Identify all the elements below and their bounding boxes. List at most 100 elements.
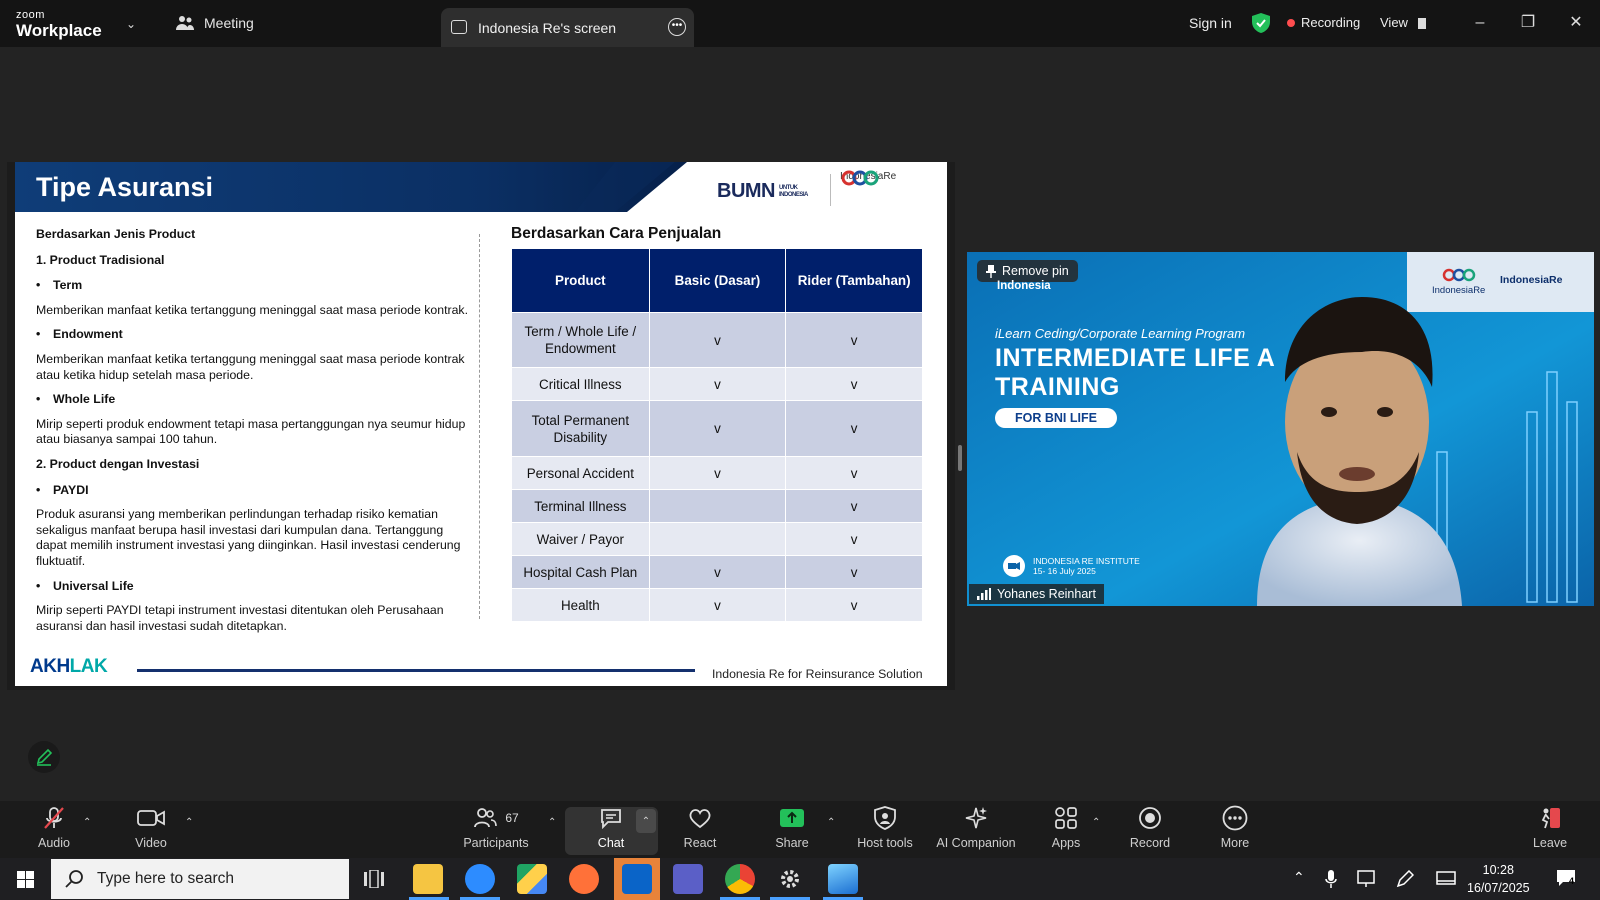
taskbar-clock[interactable]: 10:28 16/07/2025 [1467,861,1530,897]
taskbar-search-box[interactable]: Type here to search [51,859,349,899]
tab-meeting[interactable]: Meeting [176,15,254,31]
share-screen-icon [780,809,804,827]
table-cell: Term / Whole Life / Endowment [511,312,650,368]
zoom-app-icon[interactable] [465,864,495,894]
chrome-icon[interactable] [725,864,755,894]
host-tools-button[interactable]: Host tools [852,801,918,858]
record-label: Record [1129,836,1171,850]
product-table: Product Basic (Dasar) Rider (Tambahan) T… [511,248,923,622]
table-cell: Waiver / Payor [511,522,650,556]
section-traditional: 1. Product Tradisional [36,252,165,267]
google-drive-icon[interactable] [517,864,547,894]
participants-options-caret-icon[interactable]: ⌃ [548,817,556,828]
leave-button[interactable]: Leave [1530,801,1570,858]
item-paydi-desc: Produk asuransi yang memberikan perlindu… [36,507,461,568]
pencil-icon [36,748,53,766]
notification-center-button[interactable]: 4 [1556,869,1576,892]
remove-pin-button[interactable]: Remove pin [977,260,1078,282]
more-options-icon[interactable]: ••• [668,18,686,36]
apps-options-caret-icon[interactable]: ⌃ [1092,817,1100,828]
annotate-button[interactable] [28,741,60,773]
recording-indicator[interactable]: Recording [1287,15,1360,30]
show-hidden-icons-icon[interactable]: ⌃ [1293,869,1305,886]
bumn-logo-text: BUMN [717,180,776,202]
tab-shared-screen[interactable]: Indonesia Re's screen ••• [441,8,694,47]
table-row: Term / Whole Life / Endowment v v [511,312,923,368]
record-button[interactable]: Record [1126,801,1174,858]
table-row: Health v v [511,588,923,622]
firefox-icon[interactable] [569,864,599,894]
settings-gear-icon[interactable] [778,867,802,891]
task-view-icon[interactable] [364,870,384,888]
participants-button[interactable]: 67 Participants [460,801,532,858]
table-row: Terminal Illness v [511,489,923,523]
ai-companion-label: AI Companion [936,836,1016,850]
clock-date: 16/07/2025 [1467,881,1530,895]
microphone-icon[interactable] [1325,870,1337,888]
brand-small: zoom [16,9,45,21]
table-cell: v [785,588,923,622]
security-shield-icon[interactable] [1252,13,1270,33]
indonesia-re-rings-icon [841,170,879,186]
table-header-product: Product [511,248,650,313]
table-cell: v [785,312,923,368]
apps-button[interactable]: Apps [1048,801,1084,858]
pen-icon[interactable] [1396,870,1414,888]
audio-label: Audio [38,836,70,850]
share-button[interactable]: Share [770,801,814,858]
video-logo1-text: IndonesiaRe [1432,285,1486,296]
pin-icon [986,264,996,278]
view-label: View [1380,15,1408,30]
table-cell: v [785,489,923,523]
windows-start-icon[interactable] [17,871,34,888]
video-institute-date: 15- 16 July 2025 [1033,566,1096,576]
video-button[interactable]: Video [128,801,174,858]
chat-options-caret-icon[interactable]: ⌃ [636,809,656,833]
table-row: Hospital Cash Plan v v [511,555,923,589]
table-cell: Total Permanent Disability [511,400,650,457]
chevron-down-icon[interactable]: ⌄ [126,17,136,31]
more-label: More [1220,836,1250,850]
react-button[interactable]: React [680,801,720,858]
microphone-muted-icon [44,807,64,829]
remove-pin-label: Remove pin [1002,264,1069,278]
react-label: React [683,836,717,850]
tab-meeting-label: Meeting [204,15,254,31]
restore-icon[interactable]: ❐ [1515,10,1541,36]
network-icon[interactable] [1356,870,1376,888]
sign-in-button[interactable]: Sign in [1189,15,1232,31]
audio-button[interactable]: Audio [30,801,78,858]
teams-icon[interactable] [673,864,703,894]
photos-icon[interactable] [828,864,858,894]
table-row: Waiver / Payor v [511,522,923,556]
table-row: Total Permanent Disability v v [511,400,923,457]
share-label: Share [775,836,809,850]
akhlak-logo: AKHLAK [30,656,108,678]
table-row: Personal Accident v v [511,456,923,490]
close-icon[interactable]: ✕ [1563,10,1589,36]
table-cell: Hospital Cash Plan [511,555,650,589]
chat-button[interactable]: Chat [590,801,632,858]
slide-title: Tipe Asuransi [36,172,214,202]
display-icon[interactable] [1436,871,1456,887]
table-cell: Health [511,588,650,622]
ai-companion-button[interactable]: AI Companion [932,801,1020,858]
panel-resize-handle[interactable] [958,445,962,471]
outlook-icon[interactable] [622,864,652,894]
participant-video-tile[interactable]: Remove pin Indonesia IndonesiaRe Indones… [967,252,1594,606]
item-endowment: Endowment [36,327,476,343]
minimize-icon[interactable]: – [1467,10,1493,36]
video-options-caret-icon[interactable]: ⌃ [185,817,193,828]
file-explorer-icon[interactable] [413,864,443,894]
view-button[interactable]: View [1380,15,1426,30]
meeting-toolbar: Audio ⌃ Video ⌃ 67 Participants ⌃ Chat ⌃… [0,801,1600,858]
audio-options-caret-icon[interactable]: ⌃ [83,817,91,828]
host-shield-icon [874,806,896,830]
table-cell: v [648,588,787,622]
share-options-caret-icon[interactable]: ⌃ [827,817,835,828]
item-universal-life-desc: Mirip seperti PAYDI tetapi instrument in… [36,603,444,633]
screen-share-icon [451,20,467,34]
more-button[interactable]: More [1215,801,1255,858]
zoom-workplace-logo[interactable]: zoom Workplace [16,9,102,40]
heart-icon [689,809,711,829]
